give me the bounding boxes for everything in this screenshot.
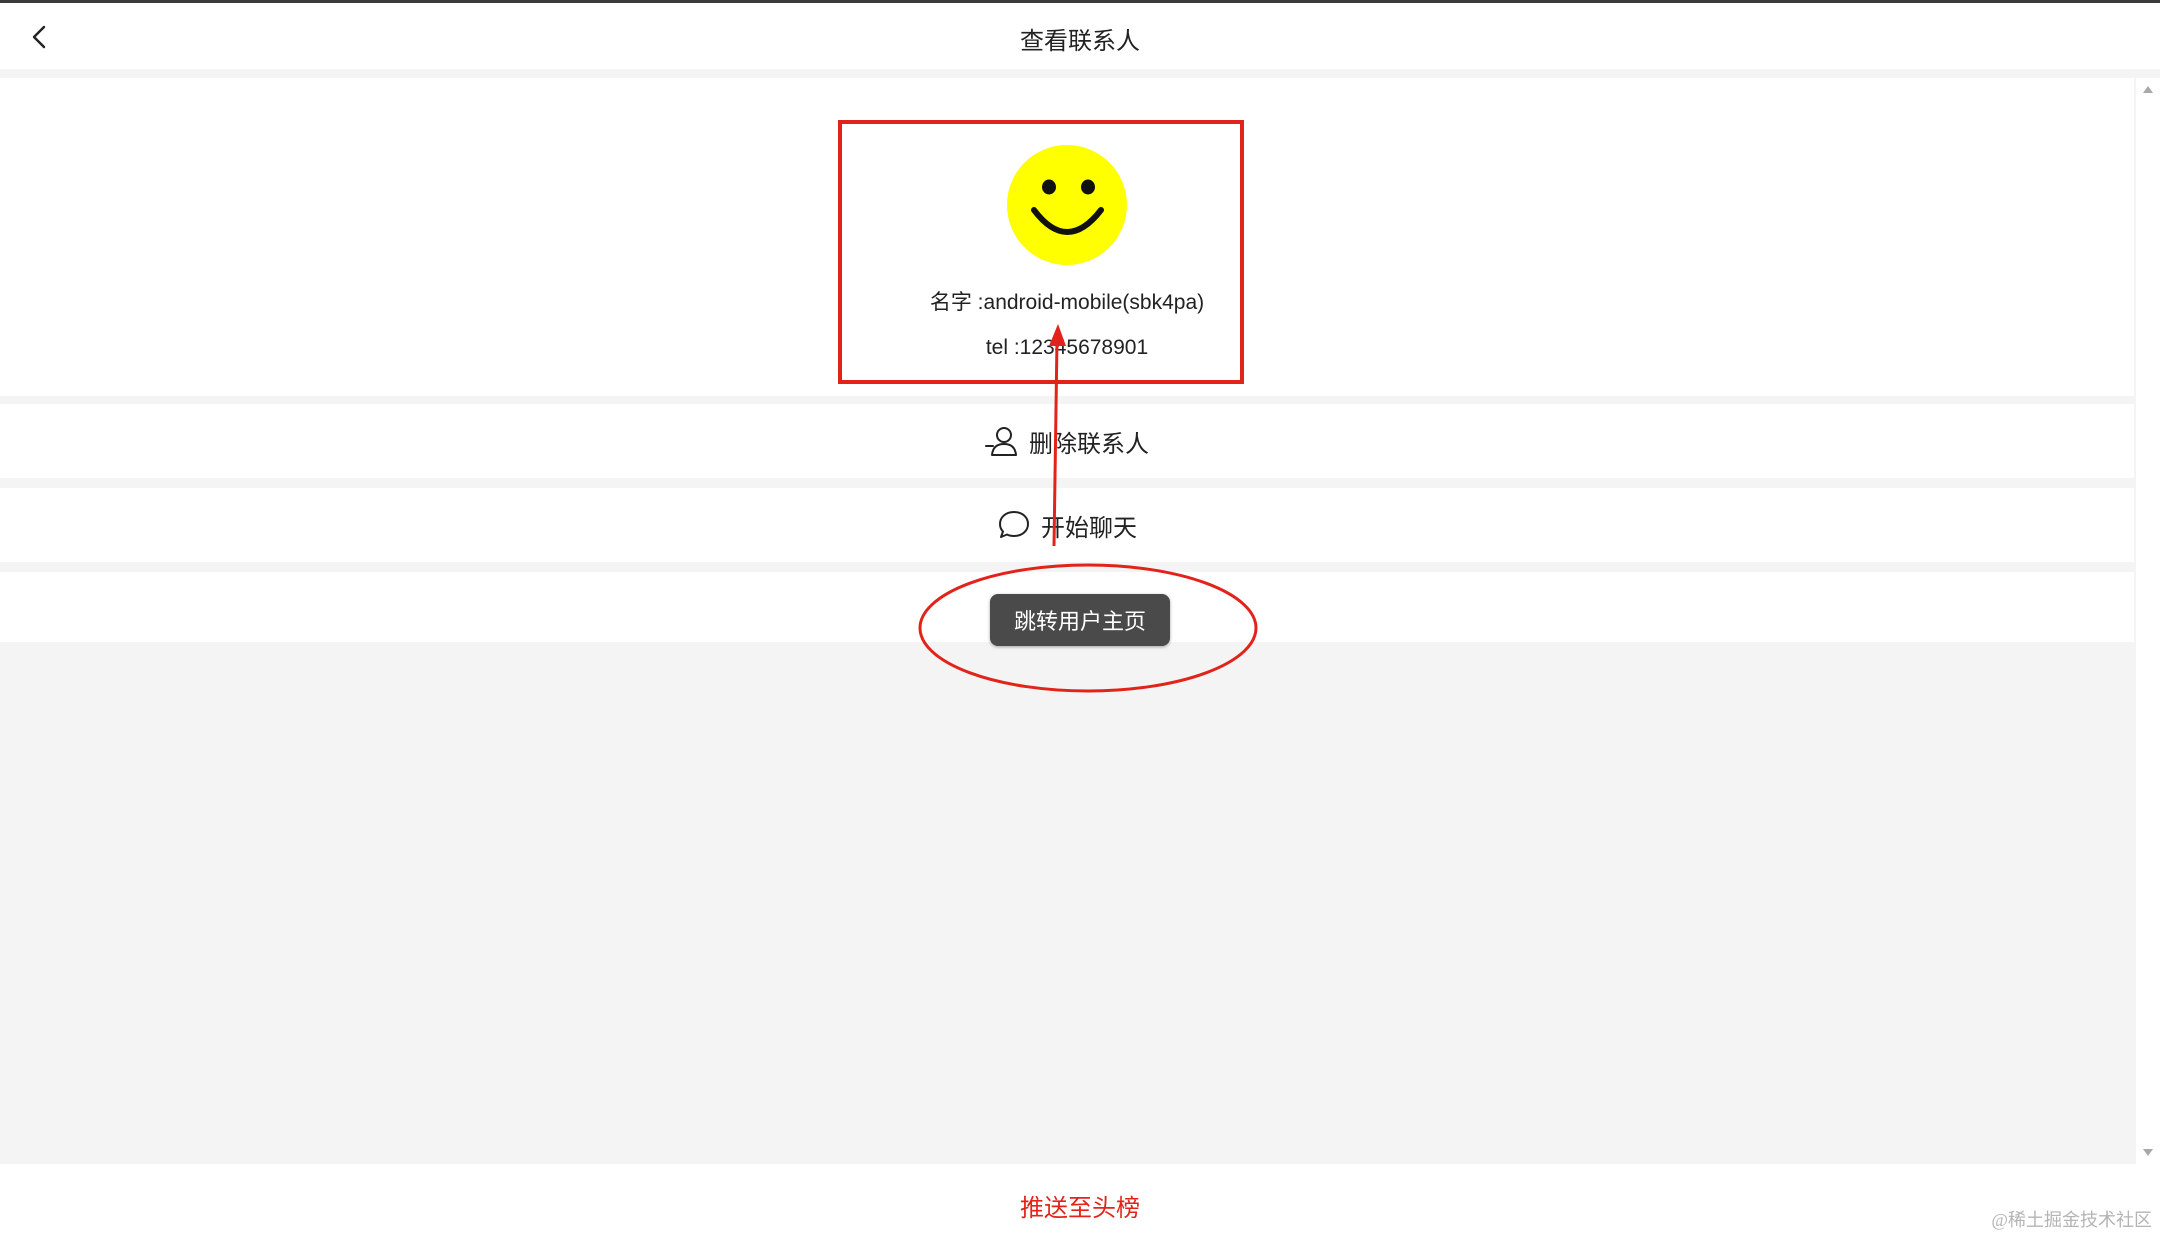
navigation-bar: 查看联系人: [0, 3, 2160, 69]
start-chat-button[interactable]: 开始聊天: [0, 488, 2134, 562]
start-chat-label: 开始聊天: [1041, 514, 1137, 542]
user-remove-icon: [985, 427, 1017, 456]
page-title: 查看联系人: [1020, 28, 1140, 55]
scroll-up-icon[interactable]: [2143, 86, 2153, 93]
push-to-top-list-link[interactable]: 推送至头榜: [0, 1188, 2160, 1223]
vertical-scrollbar[interactable]: [2136, 78, 2160, 1164]
bottom-bar: 推送至头榜 @稀土掘金技术社区: [0, 1164, 2160, 1239]
delete-contact-label: 删除联系人: [1029, 430, 1149, 458]
app-page: 查看联系人 名字 :android-mobile(sbk4pa) tel :12…: [0, 0, 2160, 1239]
go-to-user-homepage-button[interactable]: 跳转用户主页: [990, 594, 1170, 646]
chat-bubble-icon: [999, 511, 1029, 538]
watermark: @稀土掘金技术社区: [1991, 1210, 2152, 1230]
delete-contact-button[interactable]: 删除联系人: [0, 404, 2134, 478]
scroll-down-icon[interactable]: [2143, 1149, 2153, 1156]
annotation-highlight-box: [838, 120, 1244, 384]
